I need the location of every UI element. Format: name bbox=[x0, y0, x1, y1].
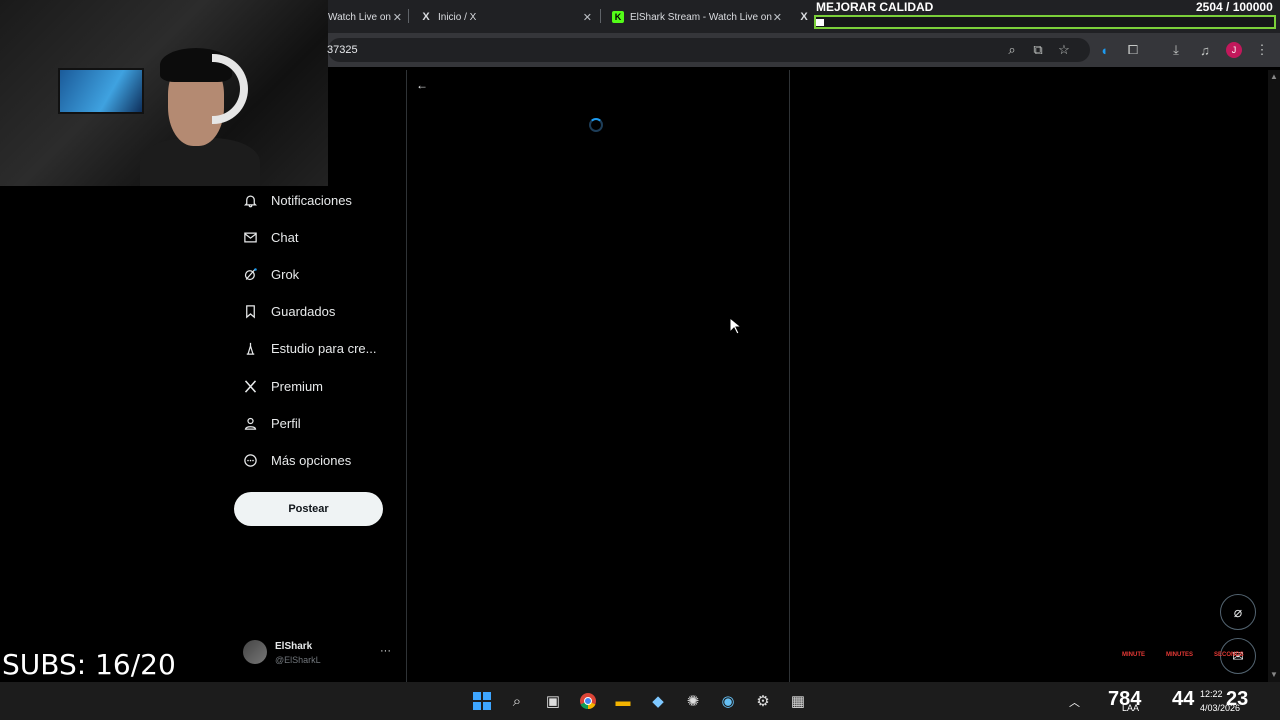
sidebar-item-guardados[interactable]: Guardados bbox=[242, 300, 335, 322]
tab-separator bbox=[408, 9, 409, 23]
account-menu-button[interactable]: ··· bbox=[380, 645, 391, 657]
mouse-cursor-icon bbox=[729, 316, 743, 340]
puzzle-icon[interactable]: ⧠ bbox=[1123, 40, 1143, 60]
sidebar-item-label: Premium bbox=[271, 378, 324, 394]
tray-chevron-icon[interactable]: ︿ bbox=[1069, 694, 1080, 710]
media-icon[interactable]: ♫ bbox=[1195, 40, 1215, 60]
x-icon bbox=[242, 378, 258, 394]
quality-goal-title: MEJORAR CALIDAD bbox=[816, 0, 934, 14]
account-name: ElShark bbox=[275, 641, 313, 652]
sidebar-item-label: Guardados bbox=[271, 303, 336, 319]
column-divider bbox=[789, 70, 790, 682]
folder-icon[interactable]: ▬ bbox=[611, 689, 635, 713]
chrome-icon[interactable] bbox=[576, 689, 600, 713]
windows-start-icon[interactable] bbox=[470, 689, 494, 713]
x-icon: X bbox=[800, 11, 808, 23]
webcam-feed bbox=[0, 0, 328, 186]
steam-icon[interactable]: ◉ bbox=[716, 689, 740, 713]
quality-goal-count: 2504 / 100000 bbox=[1196, 0, 1273, 14]
extension-wave-icon[interactable]: ◖ bbox=[1094, 40, 1114, 60]
sidebar-item-label: Estudio para cre... bbox=[271, 340, 377, 356]
scroll-down-icon[interactable]: ▼ bbox=[1270, 670, 1278, 679]
background-monitor bbox=[58, 68, 144, 114]
tab-label: Inicio / X bbox=[438, 11, 477, 23]
scroll-up-icon[interactable]: ▲ bbox=[1270, 72, 1278, 81]
tab-elshark-stream[interactable]: K ElShark Stream - Watch Live on ✕ bbox=[612, 4, 782, 30]
counter-label: MINUTES bbox=[1166, 652, 1193, 658]
close-icon[interactable]: ✕ bbox=[583, 11, 592, 24]
game-icon[interactable]: ▦ bbox=[786, 689, 810, 713]
url-text: 37325 bbox=[327, 44, 358, 56]
grok-fab-icon[interactable]: ⌀ bbox=[1220, 594, 1256, 630]
counter-label: MINUTE bbox=[1122, 652, 1145, 658]
account-handle: @ElSharkL bbox=[275, 655, 321, 665]
sidebar-item-perfil[interactable]: Perfil bbox=[242, 412, 301, 434]
scrollbar[interactable] bbox=[1268, 70, 1280, 682]
sidebar-item-label: Más opciones bbox=[271, 452, 352, 468]
clock-date: 4/03/2026 bbox=[1200, 703, 1241, 713]
more-circle-icon bbox=[242, 452, 258, 468]
kick-icon: K bbox=[612, 11, 624, 23]
back-arrow-icon[interactable]: ← bbox=[416, 78, 428, 92]
download-icon[interactable]: ⤓ bbox=[1166, 40, 1186, 60]
tab-label: ElShark Stream - Watch Live on bbox=[630, 11, 772, 23]
tab-x-active[interactable]: X bbox=[800, 4, 814, 30]
sidebar-item-estudio[interactable]: Estudio para cre... bbox=[242, 337, 377, 359]
sidebar-item-label: Chat bbox=[271, 229, 299, 245]
column-divider bbox=[406, 70, 407, 682]
counter-minutes: 44 bbox=[1172, 688, 1195, 710]
app-icon[interactable]: ◆ bbox=[646, 689, 670, 713]
quality-goal-bar bbox=[814, 15, 1276, 29]
address-bar[interactable] bbox=[328, 38, 1090, 62]
grok-icon bbox=[242, 266, 258, 282]
kebab-menu-icon[interactable]: ⋮ bbox=[1252, 40, 1272, 60]
tray-lang: LAA bbox=[1122, 703, 1140, 713]
sidebar-item-label: Perfil bbox=[271, 415, 301, 431]
settings-icon[interactable]: ⚙ bbox=[751, 689, 775, 713]
search-icon[interactable]: ⌕ bbox=[505, 689, 529, 713]
tab-separator bbox=[600, 9, 601, 23]
tab-inicio[interactable]: X Inicio / X ✕ bbox=[420, 4, 592, 30]
sidebar-item-notificaciones[interactable]: Notificaciones bbox=[242, 189, 352, 211]
sidebar-item-grok[interactable]: Grok bbox=[242, 263, 299, 285]
clock-time: 12:22 bbox=[1200, 689, 1223, 699]
openai-icon[interactable]: ✺ bbox=[681, 689, 705, 713]
headphones bbox=[212, 54, 248, 124]
bell-icon bbox=[242, 192, 258, 208]
close-icon[interactable]: ✕ bbox=[773, 11, 782, 24]
person-icon bbox=[242, 415, 258, 431]
loading-spinner-icon bbox=[589, 118, 603, 132]
tab-kick-1[interactable]: Watch Live on ✕ bbox=[328, 4, 402, 30]
close-icon[interactable]: ✕ bbox=[393, 11, 402, 24]
counter-label: SECONDS bbox=[1214, 652, 1244, 658]
mail-icon bbox=[242, 229, 258, 245]
sidebar-item-premium[interactable]: Premium bbox=[242, 375, 323, 397]
taskbar bbox=[0, 682, 1280, 720]
zoom-icon[interactable]: ⌕ bbox=[1002, 40, 1022, 60]
sidebar-item-chat[interactable]: Chat bbox=[242, 226, 298, 248]
studio-icon bbox=[242, 340, 258, 356]
sidebar-item-label: Notificaciones bbox=[271, 192, 352, 208]
star-icon[interactable]: ☆ bbox=[1054, 40, 1074, 60]
task-view-icon[interactable]: ▣ bbox=[541, 689, 565, 713]
bookmark-icon bbox=[242, 303, 258, 319]
install-icon[interactable]: ⧉ bbox=[1028, 40, 1048, 60]
x-icon: X bbox=[422, 11, 430, 23]
avatar[interactable] bbox=[243, 640, 267, 664]
sidebar-item-label: Grok bbox=[271, 266, 300, 282]
subs-goal: SUBS: 16/20 bbox=[2, 648, 176, 681]
tab-label: Watch Live on bbox=[328, 11, 391, 23]
sidebar-item-mas-opciones[interactable]: Más opciones bbox=[242, 449, 351, 471]
profile-avatar[interactable]: J bbox=[1224, 40, 1244, 60]
quality-goal-fill bbox=[816, 19, 824, 26]
post-button[interactable]: Postear bbox=[234, 492, 383, 526]
